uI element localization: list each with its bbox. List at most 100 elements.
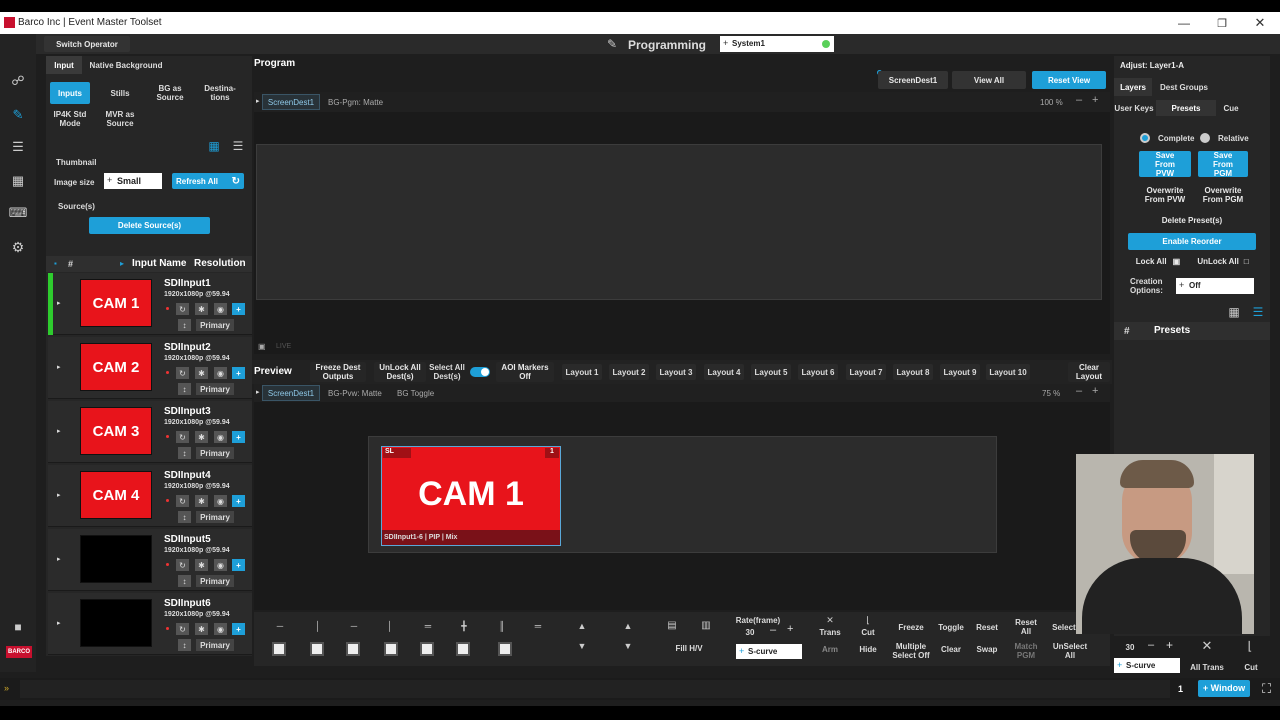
tab-user-keys[interactable]: User Keys	[1114, 100, 1154, 116]
layout-10-button[interactable]: Layout 10	[986, 364, 1030, 380]
clear-layout-button[interactable]: Clear Layout	[1068, 362, 1110, 382]
grid-view-icon[interactable]: ▦	[1226, 304, 1242, 320]
settings-icon[interactable]: ✱	[195, 495, 208, 507]
zoom-in-icon[interactable]: +	[1092, 94, 1098, 106]
position-4-icon[interactable]	[384, 642, 398, 656]
tab-inputs[interactable]: Inputs	[50, 82, 90, 104]
settings-icon[interactable]: ✱	[195, 303, 208, 315]
list-view-icon[interactable]: ☰	[230, 138, 246, 154]
move-top-icon[interactable]: ▲	[620, 620, 636, 632]
camera-icon[interactable]: ◉	[214, 303, 227, 315]
position-7-icon[interactable]	[498, 642, 512, 656]
tab-destinations[interactable]: Destina-tions	[198, 82, 242, 104]
row-expand-icon[interactable]: ▸	[57, 363, 61, 371]
layout-5-button[interactable]: Layout 5	[751, 364, 791, 380]
tab-scroll-icon[interactable]: ▸	[256, 97, 260, 105]
unselect-all-button[interactable]: UnSelect All	[1050, 640, 1090, 662]
refresh-icon[interactable]: ↻	[176, 559, 189, 571]
settings-icon[interactable]: ✱	[195, 431, 208, 443]
tab-screen-dest[interactable]: ScreenDest1	[262, 385, 320, 401]
refresh-icon[interactable]: ↻	[176, 495, 189, 507]
zoom-out-icon[interactable]: –	[1076, 94, 1082, 106]
lock-all-button[interactable]: Lock All ▣	[1130, 253, 1186, 269]
relative-radio-icon[interactable]	[1200, 133, 1210, 143]
unlock-all-button[interactable]: UnLock All □	[1192, 253, 1254, 269]
add-icon[interactable]: +	[232, 623, 245, 635]
curve-select[interactable]: + S-curve	[736, 644, 802, 659]
rate-minus-icon[interactable]: –	[770, 624, 776, 636]
list-item[interactable]: ▸ SDIInput6 1920x1080p @59.94 ↻ ✱ ◉ + ↕ …	[48, 593, 252, 655]
layer-window[interactable]: SL 1 CAM 1 SDIInput1-6 | PIP | Mix	[381, 446, 561, 546]
align-right-icon[interactable]: ─	[346, 620, 362, 632]
tab-cue[interactable]: Cue	[1218, 100, 1244, 116]
layout-9-button[interactable]: Layout 9	[940, 364, 980, 380]
list-item[interactable]: ▸ CAM 3 SDIInput3 1920x1080p @59.94 ↻ ✱ …	[48, 401, 252, 463]
position-6-icon[interactable]	[456, 642, 470, 656]
list-item[interactable]: ▸ CAM 1 SDIInput1 1920x1080p @59.94 ↻ ✱ …	[48, 273, 252, 335]
swap-button[interactable]: Swap	[972, 642, 1002, 656]
lock-icon[interactable]: ▣	[258, 342, 266, 351]
system-selector[interactable]: + System1	[720, 36, 834, 52]
tab-ip4k[interactable]: IP4K Std Mode	[50, 108, 90, 130]
position-2-icon[interactable]	[310, 642, 324, 656]
toggle-button[interactable]: Toggle	[934, 620, 968, 634]
move-up-icon[interactable]: ▲	[574, 620, 590, 632]
align-center-h-icon[interactable]: │	[310, 620, 326, 632]
reset-view-button[interactable]: Reset View	[1032, 71, 1106, 89]
move-bottom-icon[interactable]: ▼	[620, 640, 636, 652]
position-5-icon[interactable]	[420, 642, 434, 656]
add-icon[interactable]: +	[232, 559, 245, 571]
layout-4-button[interactable]: Layout 4	[704, 364, 744, 380]
align-bottom-icon[interactable]: ╋	[456, 620, 472, 632]
rate-value[interactable]: 30	[742, 626, 758, 638]
align-left-icon[interactable]: ─	[272, 620, 288, 632]
refresh-icon[interactable]: ↻	[176, 367, 189, 379]
primary-badge[interactable]: Primary	[196, 447, 234, 459]
arm-button[interactable]: Arm	[816, 642, 844, 656]
reset-all-button[interactable]: Reset All	[1010, 616, 1042, 638]
tab-stills[interactable]: Stills	[102, 82, 138, 104]
right-rate-plus-icon[interactable]: +	[1166, 638, 1173, 652]
close-icon[interactable]: ✕	[1248, 14, 1272, 32]
refresh-icon[interactable]: ↻	[176, 303, 189, 315]
multiple-select-button[interactable]: Multiple Select Off	[890, 640, 932, 662]
refresh-all-button[interactable]: Refresh All ↻	[172, 173, 244, 189]
save-from-pvw-button[interactable]: Save From PVW	[1139, 151, 1191, 178]
distribute-h-icon[interactable]: ║	[494, 620, 510, 632]
window-button[interactable]: + Window	[1198, 680, 1250, 697]
right-cut-button[interactable]: Cut	[1238, 660, 1264, 674]
fill-v-icon[interactable]: ▥	[698, 618, 714, 632]
right-curve-select[interactable]: + S-curve	[1114, 658, 1180, 673]
settings-icon[interactable]: ✱	[195, 367, 208, 379]
zoom-in-icon[interactable]: +	[1092, 385, 1098, 397]
row-expand-icon[interactable]: ▸	[57, 555, 61, 563]
position-1-icon[interactable]	[272, 642, 286, 656]
grid-icon[interactable]: ▦	[8, 172, 28, 190]
hide-button[interactable]: Hide	[854, 642, 882, 656]
tab-layers[interactable]: Layers	[1114, 78, 1152, 96]
refresh-icon[interactable]: ↻	[176, 431, 189, 443]
tab-screen-dest[interactable]: ScreenDest1	[262, 94, 320, 110]
cut-button[interactable]: Cut	[854, 626, 882, 638]
primary-badge[interactable]: Primary	[196, 319, 234, 331]
position-3-icon[interactable]	[346, 642, 360, 656]
aoi-markers-button[interactable]: AOI Markers Off	[496, 362, 554, 382]
tab-bg-as-source[interactable]: BG as Source	[146, 82, 194, 104]
delete-presets-button[interactable]: Delete Preset(s)	[1128, 212, 1256, 228]
layout-1-button[interactable]: Layout 1	[562, 364, 602, 380]
tab-input[interactable]: Input	[46, 56, 82, 74]
link-icon[interactable]: ↕	[178, 639, 191, 651]
camera-icon[interactable]: ◉	[214, 559, 227, 571]
tab-dest-groups[interactable]: Dest Groups	[1156, 78, 1212, 96]
camera-icon[interactable]: ◉	[214, 367, 227, 379]
settings-icon[interactable]: ✱	[195, 623, 208, 635]
delete-sources-button[interactable]: Delete Source(s)	[89, 217, 210, 234]
grid-view-icon[interactable]: ▦	[206, 138, 222, 154]
tab-scroll-icon[interactable]: ▸	[256, 388, 260, 396]
align-top-icon[interactable]: │	[382, 620, 398, 632]
edit-icon[interactable]: ✎	[8, 106, 28, 124]
view-all-button[interactable]: View All	[952, 71, 1026, 89]
gear-icon[interactable]: ⚙	[8, 238, 28, 256]
unlock-all-dest-button[interactable]: UnLock All Dest(s)	[374, 362, 426, 382]
keyboard-icon[interactable]: ⌨	[8, 204, 28, 222]
